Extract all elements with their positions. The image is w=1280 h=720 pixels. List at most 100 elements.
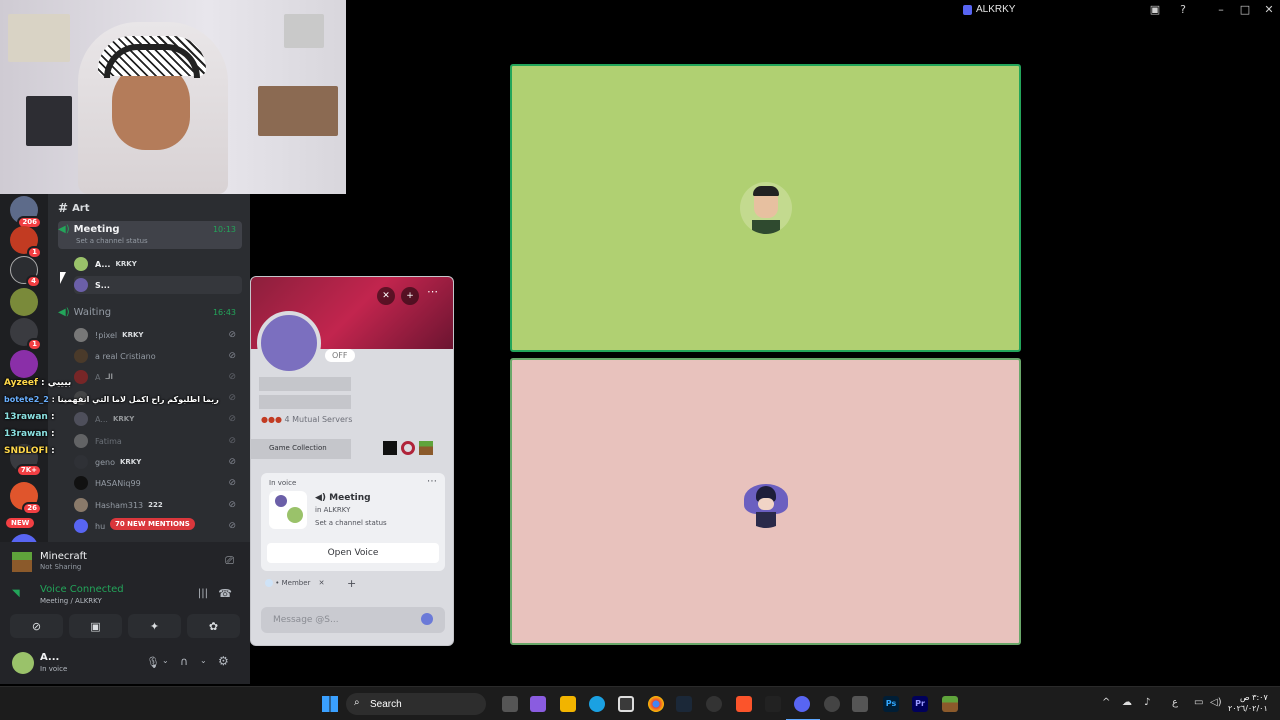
server-icon[interactable]	[10, 288, 38, 316]
new-badge[interactable]: NEW	[6, 518, 35, 528]
chat-message: 13rawan :	[4, 412, 55, 422]
clock[interactable]: ٣:٠٧ ص ٢٠٢٦/٠٢/٠١	[1228, 692, 1268, 714]
microphone-icon[interactable]: 🎙	[146, 656, 160, 669]
video-tile-speaking[interactable]	[510, 64, 1021, 352]
avatar	[74, 349, 88, 363]
activity-card[interactable]: Minecraft Not Sharing ⎚	[12, 546, 240, 578]
more-options-icon[interactable]: ⋯	[427, 476, 437, 487]
server-icon[interactable]: 206	[10, 196, 42, 229]
game-icon	[401, 441, 415, 455]
discord-icon[interactable]	[794, 696, 810, 712]
edge-icon[interactable]	[589, 696, 605, 712]
chevron-up-icon[interactable]: ^	[1102, 697, 1110, 708]
server-icon[interactable]: 4	[10, 256, 41, 288]
window-title: ALKRKY	[976, 4, 1016, 15]
capcut-icon[interactable]	[765, 696, 781, 712]
language-indicator[interactable]: ع	[1172, 697, 1178, 708]
more-options-icon[interactable]: ⋯	[427, 285, 438, 298]
voice-user[interactable]: S...	[74, 276, 242, 294]
microphone-icon[interactable]: ♪	[1144, 697, 1150, 708]
minimize-button[interactable]: –	[1214, 3, 1228, 16]
volume-icon[interactable]: ◁)	[1210, 697, 1222, 708]
mutual-servers[interactable]: ●●● 4 Mutual Servers	[261, 415, 352, 424]
help-icon[interactable]: ?	[1176, 3, 1190, 16]
task-view-icon[interactable]	[502, 696, 518, 712]
photoshop-icon[interactable]: Ps	[883, 696, 899, 712]
chat-message: SNDLOFI :	[4, 446, 55, 456]
open-voice-button[interactable]: Open Voice	[267, 543, 439, 563]
headphones-icon[interactable]: ∩	[180, 655, 188, 668]
profile-avatar	[257, 311, 321, 375]
channel-meeting[interactable]: ◀) Meeting 10:13 Set a channel status	[58, 221, 242, 249]
display-name	[259, 377, 351, 391]
stream-chat-overlay: Ayzeef : بيييي botete2_2 : ربما اطلبوكم …	[0, 376, 250, 458]
start-windows-icon[interactable]	[322, 696, 338, 712]
mouse-cursor	[60, 272, 66, 284]
store-icon[interactable]	[618, 696, 634, 712]
shelf-items	[258, 86, 338, 136]
steam-icon[interactable]	[676, 696, 692, 712]
speaker-icon: ◀)	[58, 224, 70, 235]
server-icon	[269, 491, 307, 529]
screen-share-icon[interactable]: ⎚	[225, 554, 234, 568]
network-icon[interactable]: ▭	[1194, 697, 1203, 708]
brave-icon[interactable]	[736, 696, 752, 712]
cloud-icon[interactable]: ☁	[1122, 697, 1132, 708]
channel-art[interactable]: # Art	[58, 198, 242, 218]
settings-icon[interactable]	[706, 696, 722, 712]
title-bar: ALKRKY ▣ ? – □ ✕	[346, 0, 1280, 22]
voice-user[interactable]: A... KRKY	[74, 255, 242, 273]
voice-channel-name[interactable]: ◀) Meeting	[315, 493, 371, 503]
server-icon[interactable]: 1	[10, 318, 42, 351]
avatar	[74, 328, 88, 342]
noise-suppression-icon[interactable]: |||	[198, 588, 208, 599]
app-logo-icon	[963, 5, 972, 15]
chevron-down-icon[interactable]: ⌄	[200, 656, 207, 665]
game-collection-label[interactable]: Game Collection	[251, 439, 351, 459]
server-icon[interactable]	[10, 350, 38, 378]
inbox-icon[interactable]: ▣	[1148, 3, 1162, 16]
current-user[interactable]: A... In voice 🎙 ⌄ ∩ ⌄ ⚙	[8, 648, 242, 678]
muted-icon: ⊘	[228, 330, 236, 340]
chrome-icon[interactable]	[648, 696, 664, 712]
server-icon[interactable]: 26	[10, 482, 42, 515]
user-profile-popout: ✕ + ⋯ OFF ●●● 4 Mutual Servers Game Coll…	[250, 276, 454, 646]
search-icon: ⌕	[354, 697, 360, 708]
voice-user[interactable]: a real Cristiano ⊘	[74, 347, 242, 365]
muted-icon: ⊘	[228, 478, 236, 488]
camera-off-button[interactable]: ⊘	[10, 614, 63, 638]
voice-user[interactable]: !pixel KRKY ⊘	[74, 326, 242, 344]
copilot-icon[interactable]	[530, 696, 546, 712]
file-explorer-icon[interactable]	[560, 696, 576, 712]
settings-gear-icon[interactable]: ⚙	[218, 654, 229, 668]
soundboard-button[interactable]: ✿	[187, 614, 240, 638]
server-icon[interactable]: 1	[10, 226, 42, 259]
remove-friend-icon[interactable]: ✕	[377, 287, 395, 305]
app-icon[interactable]	[852, 696, 868, 712]
role-tag[interactable]: • Member ✕	[265, 579, 325, 587]
channel-waiting[interactable]: ◀) Waiting 16:43	[58, 302, 242, 322]
add-friend-icon[interactable]: +	[401, 287, 419, 305]
search-box[interactable]: ⌕ Search	[346, 693, 486, 715]
close-button[interactable]: ✕	[1262, 3, 1276, 16]
premiere-icon[interactable]: Pr	[912, 696, 928, 712]
activities-button[interactable]: ✦	[128, 614, 181, 638]
maximize-button[interactable]: □	[1238, 3, 1252, 16]
obs-icon[interactable]	[824, 696, 840, 712]
minecraft-icon[interactable]	[942, 696, 958, 712]
add-role-icon[interactable]: +	[347, 577, 356, 590]
disconnect-icon[interactable]: ☎	[218, 587, 232, 600]
message-input[interactable]: Message @S...	[261, 607, 445, 633]
in-voice-card: In voice ⋯ ◀) Meeting in ALKRKY Set a ch…	[261, 473, 445, 571]
share-screen-button[interactable]: ▣	[69, 614, 122, 638]
plaque-image	[284, 14, 324, 48]
voice-user[interactable]: HASANiq99 ⊘	[74, 474, 242, 492]
signal-icon: ◥	[12, 588, 20, 599]
voice-connected[interactable]: ◥ Voice Connected Meeting / ALKRKY ||| ☎	[12, 584, 240, 608]
chevron-down-icon[interactable]: ⌄	[162, 656, 169, 665]
video-tile[interactable]	[510, 358, 1021, 645]
voice-user[interactable]: Hasham313 222 ⊘	[74, 496, 242, 514]
new-mentions-pill[interactable]: 70 NEW MENTIONS	[110, 518, 195, 530]
emoji-icon[interactable]	[421, 613, 433, 625]
webcam-overlay	[0, 0, 346, 194]
